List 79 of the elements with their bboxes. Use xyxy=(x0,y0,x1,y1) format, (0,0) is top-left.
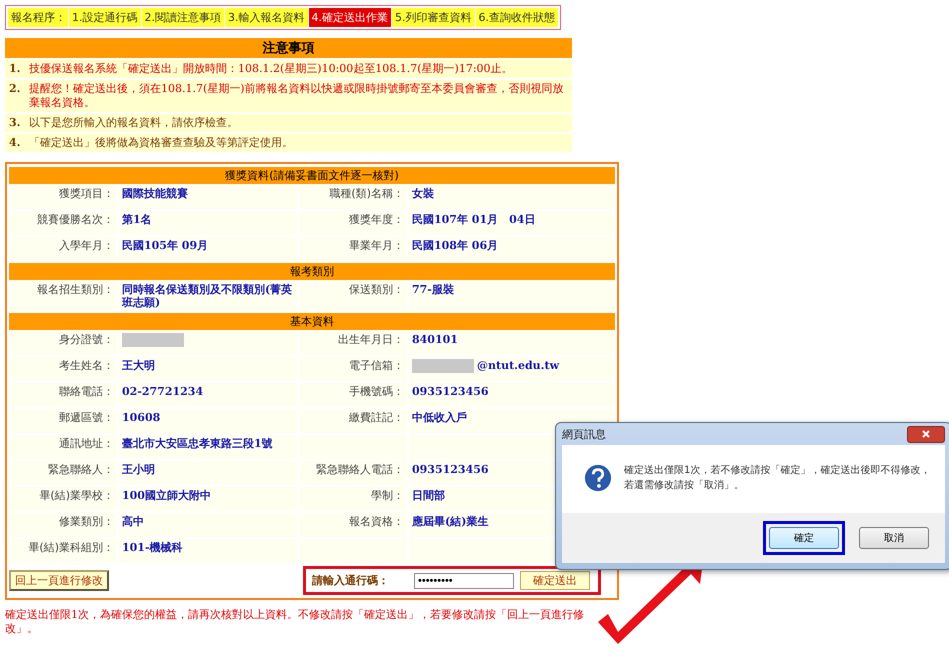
section-title: 基本資料 xyxy=(9,313,615,330)
field-label: 獲獎項目： xyxy=(59,187,114,200)
notice-number: 2. xyxy=(9,82,22,97)
field-label: 職種(類)名稱： xyxy=(329,187,404,200)
field-value: 高中 xyxy=(122,515,144,528)
field-value: 王小明 xyxy=(122,463,155,476)
field-label: 保送類別： xyxy=(349,283,404,296)
back-button[interactable]: 回上一頁進行修改 xyxy=(9,570,109,591)
field-label: 修業類別： xyxy=(59,515,114,528)
section-title: 報考類別 xyxy=(9,263,615,280)
footnote-text: 確定送出僅限1次，為確保您的權益，請再次核對以上資料。不修改請按「確定送出」，若要修改請按「回上一頁進行修改」。 xyxy=(5,608,585,636)
notice-text: 以下是您所輸入的報名資料，請依序檢查。 xyxy=(29,116,238,130)
steps-label: 報名程序： xyxy=(8,8,68,27)
field-value: 100國立師大附中 xyxy=(122,489,211,502)
field-label: 畢(結)業學校： xyxy=(39,489,114,502)
field-label: 手機號碼： xyxy=(349,385,404,398)
passcode-label: 請輸入通行碼： xyxy=(312,573,390,588)
field-label: 身分證號： xyxy=(59,333,114,346)
field-label: 競賽優勝名次： xyxy=(37,213,114,226)
field-value: 臺北市大安區忠孝東路三段1號 xyxy=(122,437,273,450)
step-tab[interactable]: 5.列印審查資料 xyxy=(392,8,474,27)
field-value: 同時報名保送類別及不限類別(菁英班志願) xyxy=(122,283,294,309)
step-tab[interactable]: 6.查詢收件狀態 xyxy=(476,8,558,27)
notice-text: 技優保送報名系統「確定送出」開放時間：108.1.2(星期三)10:00起至108.1.7(星期一)17:00止。 xyxy=(29,62,513,76)
field-value: 應屆畢(結)業生 xyxy=(412,515,488,528)
notice-text: 「確定送出」後將做為資格審查查驗及等第評定使用。 xyxy=(29,136,293,150)
step-tab[interactable]: 2.閱讀注意事項 xyxy=(142,8,224,27)
field-label: 繳費註記： xyxy=(349,411,404,424)
field-value: 第1名 xyxy=(122,213,152,226)
field-label: 畢業年月： xyxy=(349,239,404,252)
notice-title: 注意事項 xyxy=(5,38,572,58)
field-value: 77-服裝 xyxy=(412,283,454,296)
step-tab[interactable]: 3.輸入報名資料 xyxy=(225,8,308,27)
notice-number: 1. xyxy=(9,62,22,76)
field-value: 10608 xyxy=(122,411,160,424)
notice-text: 提醒您！確定送出後，須在108.1.7(星期一)前將報名資料以快遞或限時掛號郵寄至本委員會審查，否則視同放棄報名資格。 xyxy=(29,82,565,110)
dialog-title: 網頁訊息 xyxy=(562,426,606,442)
field-label: 獲獎年度： xyxy=(349,213,404,226)
step-tab[interactable]: 1.設定通行碼 xyxy=(69,8,140,27)
dialog-message: 若還需修改請按「取消」。 xyxy=(624,478,745,493)
notice-number: 3. xyxy=(9,116,22,130)
question-icon xyxy=(584,464,612,492)
field-label: 畢(結)業科組別： xyxy=(28,541,114,554)
field-label: 電子信箱： xyxy=(349,359,404,372)
field-value: 0935123456 xyxy=(412,463,489,476)
field-value: 國際技能競賽 xyxy=(122,187,188,200)
field-label: 考生姓名： xyxy=(59,359,114,372)
field-label: 聯絡電話： xyxy=(59,385,114,398)
field-label: 郵遞區號： xyxy=(59,411,114,424)
field-value: 民國105年 09月 xyxy=(122,239,208,252)
field-value: 女裝 xyxy=(412,187,434,200)
field-label: 報名招生類別： xyxy=(37,283,114,296)
submit-button[interactable]: 確定送出 xyxy=(520,571,590,590)
notice-number: 4. xyxy=(9,136,22,150)
field-value: 02-27721234 xyxy=(122,385,204,398)
field-label: 緊急聯絡人電話： xyxy=(316,463,404,476)
close-icon xyxy=(921,429,931,439)
field-value: 101-機械科 xyxy=(122,541,183,554)
field-label: 報名資格： xyxy=(349,515,404,528)
field-label: 入學年月： xyxy=(59,239,114,252)
field-value: 民國107年 01月 04日 xyxy=(412,213,536,226)
field-value: 日間部 xyxy=(412,489,445,502)
field-label: 緊急聯絡人： xyxy=(48,463,114,476)
close-button[interactable] xyxy=(907,426,945,442)
field-value: 王大明 xyxy=(122,359,155,372)
dialog-button[interactable]: 取消 xyxy=(859,527,929,549)
dialog-message: 確定送出僅限1次，若不修改請按「確定」，確定送出後即不得修改， xyxy=(624,464,930,478)
step-tab[interactable]: 4.確定送出作業 xyxy=(308,8,391,27)
section-title: 獲獎資料(請備妥書面文件逐一核對) xyxy=(9,167,615,184)
field-value: 民國108年 06月 xyxy=(412,239,498,252)
field-value: 中低收入戶 xyxy=(412,411,467,424)
field-value: 840101 xyxy=(412,333,458,346)
field-label: 通訊地址： xyxy=(59,437,114,450)
field-value: 0935123456 xyxy=(412,385,489,398)
field-label: 學制： xyxy=(371,489,404,502)
passcode-field[interactable]: ••••••••• xyxy=(414,572,514,588)
field-label: 出生年月日： xyxy=(338,333,404,346)
dialog-button[interactable]: 確定 xyxy=(769,527,839,549)
field-value: @ntut.edu.tw xyxy=(477,359,560,372)
